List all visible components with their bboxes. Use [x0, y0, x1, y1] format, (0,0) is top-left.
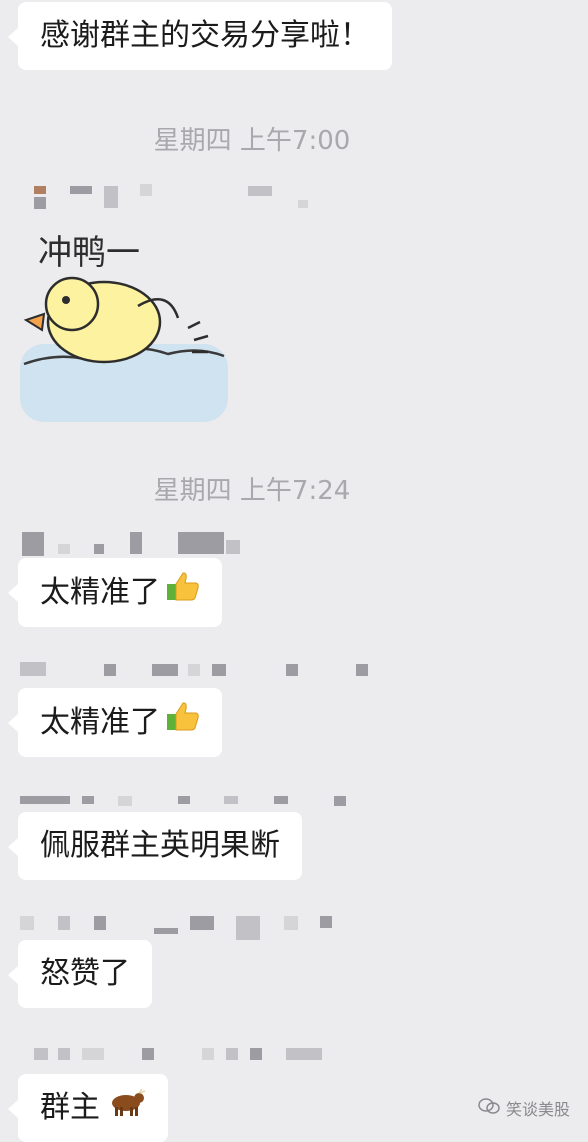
- message-text: 感谢群主的交易分享啦！: [40, 18, 370, 53]
- message-bubble[interactable]: 感谢群主的交易分享啦！: [8, 2, 392, 70]
- duck-sticker-icon[interactable]: 冲鸭一: [18, 228, 230, 424]
- bull-icon: [106, 1086, 146, 1130]
- message-bubble[interactable]: 太精准了: [8, 558, 222, 627]
- timestamp: 星期四 上午7:00: [153, 126, 351, 156]
- sticker-caption: 冲鸭一: [38, 233, 140, 273]
- message-text: 太精准了: [40, 704, 160, 740]
- message-text: 怒赞了: [40, 956, 130, 991]
- timestamp: 星期四 上午7:24: [153, 476, 351, 506]
- message-bubble[interactable]: 怒赞了: [8, 940, 152, 1008]
- thumbs-up-icon: [166, 700, 200, 745]
- thumbs-up-icon: [166, 570, 200, 615]
- wechat-channel-icon: [478, 1097, 500, 1119]
- message-text: 佩服群主英明果断: [40, 828, 280, 863]
- message-text: 群主: [40, 1090, 100, 1125]
- message-bubble[interactable]: 太精准了: [8, 688, 222, 757]
- message-bubble[interactable]: 群主: [8, 1074, 168, 1142]
- watermark-text: 笑谈美股: [505, 1100, 570, 1119]
- message-text: 太精准了: [40, 574, 160, 610]
- message-bubble[interactable]: 佩服群主英明果断: [8, 812, 302, 880]
- watermark: 笑谈美股: [478, 1096, 570, 1120]
